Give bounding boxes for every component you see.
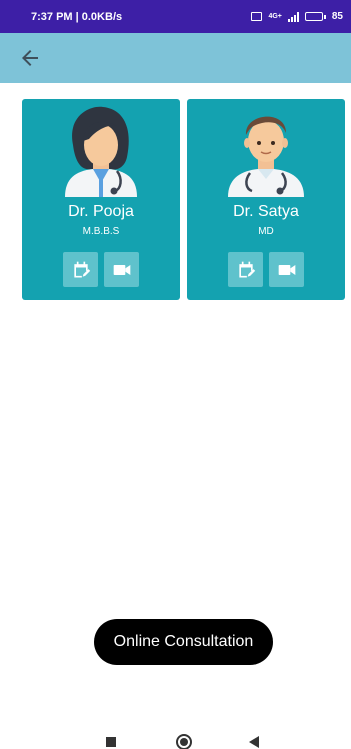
battery-level: 85 xyxy=(331,11,343,22)
status-bar: 7:37 PM | 0.0KB/s 4G+ 85 xyxy=(0,0,351,33)
female-doctor-avatar xyxy=(65,106,137,197)
doctor-degree: M.B.B.S xyxy=(82,226,120,237)
doctor-card[interactable]: Dr. Satya MD xyxy=(187,99,345,300)
calendar-edit-icon xyxy=(238,261,255,277)
app-bar xyxy=(0,33,351,83)
book-appointment-button[interactable] xyxy=(228,252,263,287)
video-call-button[interactable] xyxy=(269,252,304,287)
battery-icon xyxy=(304,12,326,21)
doctor-name: Dr. Satya xyxy=(233,203,299,220)
video-call-button[interactable] xyxy=(104,252,139,287)
toast-message: Online Consultation xyxy=(94,619,273,665)
male-doctor-avatar xyxy=(228,116,304,197)
calendar-edit-icon xyxy=(73,261,90,277)
network-type: 4G+ xyxy=(268,13,282,20)
signal-icon xyxy=(287,11,299,22)
book-appointment-button[interactable] xyxy=(63,252,98,287)
system-nav-bar xyxy=(0,727,351,749)
recents-button[interactable] xyxy=(106,737,116,747)
status-icons: 4G+ 85 xyxy=(251,11,343,22)
status-time-speed: 7:37 PM | 0.0KB/s xyxy=(31,10,123,23)
home-button[interactable] xyxy=(176,734,192,749)
system-back-button[interactable] xyxy=(249,736,259,748)
doctor-name: Dr. Pooja xyxy=(68,203,134,220)
arrow-left-icon xyxy=(22,50,38,66)
doctor-degree: MD xyxy=(258,226,274,237)
video-camera-icon xyxy=(113,264,130,275)
back-button[interactable] xyxy=(18,46,42,70)
doctor-card[interactable]: Dr. Pooja M.B.B.S xyxy=(22,99,180,300)
volte-icon xyxy=(251,12,263,21)
video-camera-icon xyxy=(278,264,295,275)
